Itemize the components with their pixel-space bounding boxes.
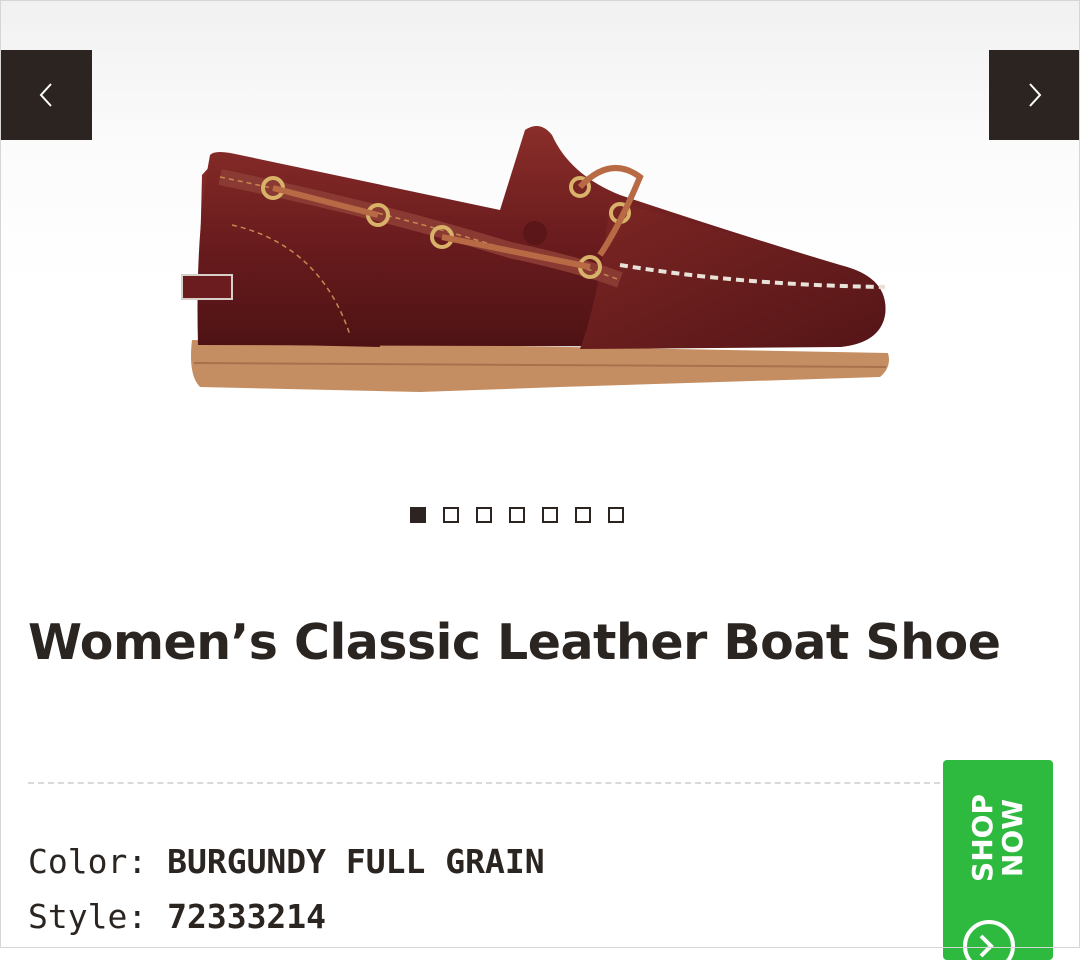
gallery-dot-7[interactable] [608,507,624,523]
gallery-dot-2[interactable] [443,507,459,523]
color-value: BURGUNDY FULL GRAIN [167,842,545,881]
gallery-dot-3[interactable] [476,507,492,523]
color-label: Color: [28,842,148,881]
gallery-next-button[interactable] [989,50,1080,140]
gallery-dot-4[interactable] [509,507,525,523]
chevron-left-icon [39,83,52,107]
product-title: Women’s Classic Leather Boat Shoe [28,614,1001,671]
arrow-circle-icon [963,920,1015,972]
chevron-right-icon [1028,83,1041,107]
style-label: Style: [28,897,148,936]
divider [28,782,940,784]
style-row: Style: 72333214 [28,897,326,937]
product-image [181,126,889,392]
gallery-dot-5[interactable] [542,507,558,523]
gallery-dot-6[interactable] [575,507,591,523]
product-image-gallery [0,0,1080,480]
shop-now-button[interactable]: SHOP NOW [943,760,1053,972]
gallery-pagination [410,507,624,523]
shop-now-label: SHOP NOW [966,794,1029,882]
gallery-prev-button[interactable] [0,50,92,140]
gallery-dot-1[interactable] [410,507,426,523]
color-row: Color: BURGUNDY FULL GRAIN [28,842,545,882]
style-value: 72333214 [167,897,327,936]
